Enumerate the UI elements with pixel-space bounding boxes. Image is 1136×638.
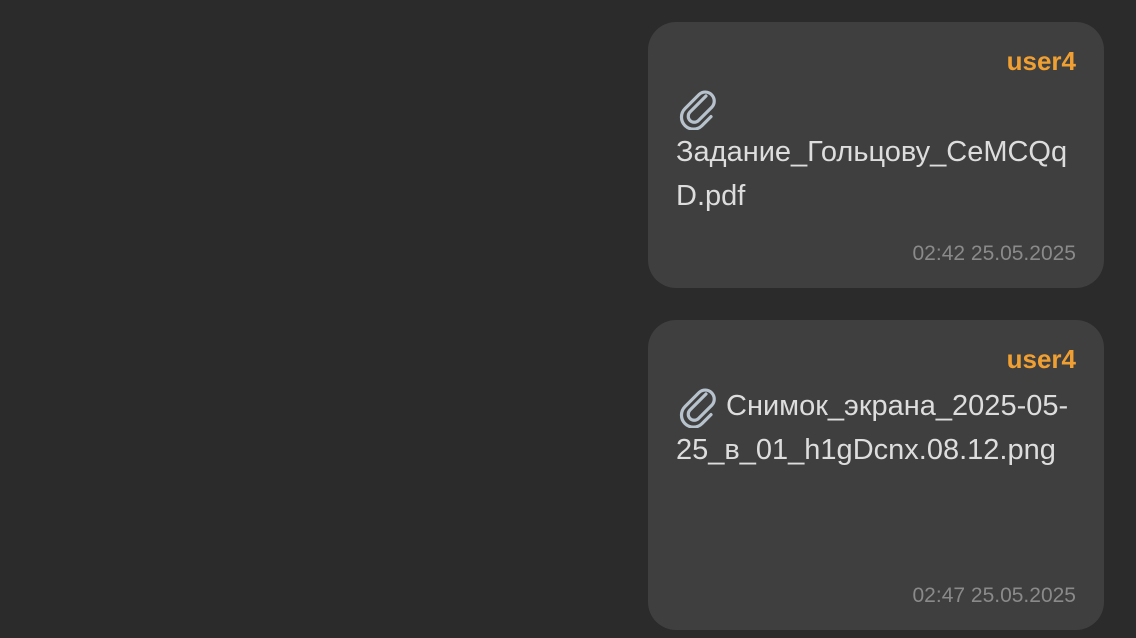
attachment[interactable]: Задание_Гольцову_CeMCQqD.pdf <box>676 86 1076 218</box>
message-timestamp: 02:47 25.05.2025 <box>912 584 1077 607</box>
message-timestamp: 02:42 25.05.2025 <box>912 242 1077 265</box>
attachment-file-name[interactable]: Задание_Гольцову_CeMCQqD.pdf <box>676 136 1067 212</box>
message-bubble: user4 Снимок_экрана_2025-05-25_в_01_h1gD… <box>648 320 1104 630</box>
message-sender: user4 <box>1006 344 1076 374</box>
paperclip-icon <box>676 384 720 428</box>
paperclip-icon <box>676 86 720 130</box>
message-sender: user4 <box>1006 46 1076 76</box>
message-bubble: user4 Задание_Гольцову_CeMCQqD.pdf 02:42… <box>648 22 1104 288</box>
chat-message-list: user4 Задание_Гольцову_CeMCQqD.pdf 02:42… <box>0 0 1136 638</box>
attachment-file-name[interactable]: Снимок_экрана_2025-05-25_в_01_h1gDcnx.08… <box>676 390 1068 466</box>
attachment[interactable]: Снимок_экрана_2025-05-25_в_01_h1gDcnx.08… <box>676 384 1076 472</box>
